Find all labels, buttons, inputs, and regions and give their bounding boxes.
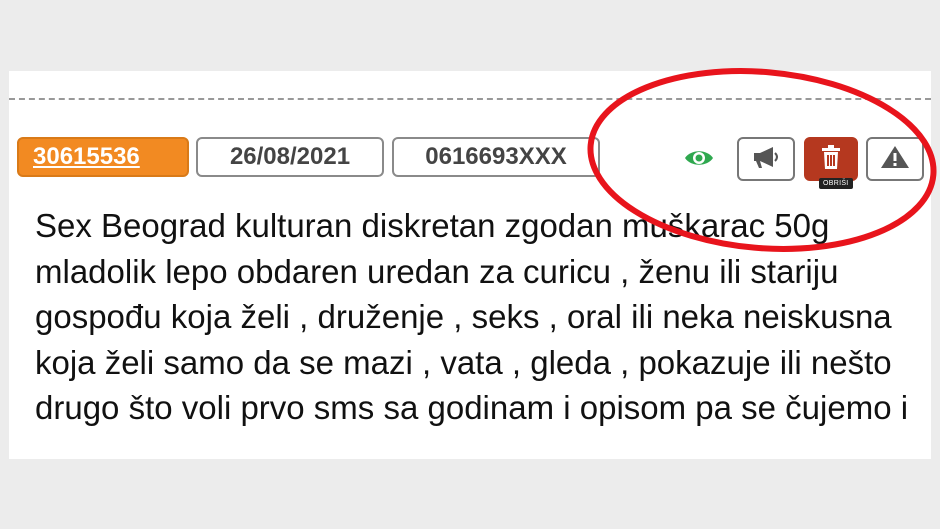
delete-button[interactable] bbox=[804, 137, 858, 181]
warning-icon bbox=[880, 144, 910, 175]
trash-icon bbox=[820, 144, 842, 175]
listing-card: 30615536 26/08/2021 0616693XXX OBRIŠI Se… bbox=[9, 71, 931, 459]
listing-id-link[interactable]: 30615536 bbox=[17, 137, 189, 177]
divider bbox=[9, 98, 931, 100]
eye-icon[interactable] bbox=[683, 147, 715, 169]
listing-date: 26/08/2021 bbox=[196, 137, 384, 177]
megaphone-icon bbox=[751, 144, 781, 175]
listing-phone: 0616693XXX bbox=[392, 137, 600, 177]
promote-button[interactable] bbox=[737, 137, 795, 181]
delete-tooltip: OBRIŠI bbox=[819, 178, 853, 189]
listing-text: Sex Beograd kulturan diskretan zgodan mu… bbox=[35, 207, 909, 426]
report-button[interactable] bbox=[866, 137, 924, 181]
